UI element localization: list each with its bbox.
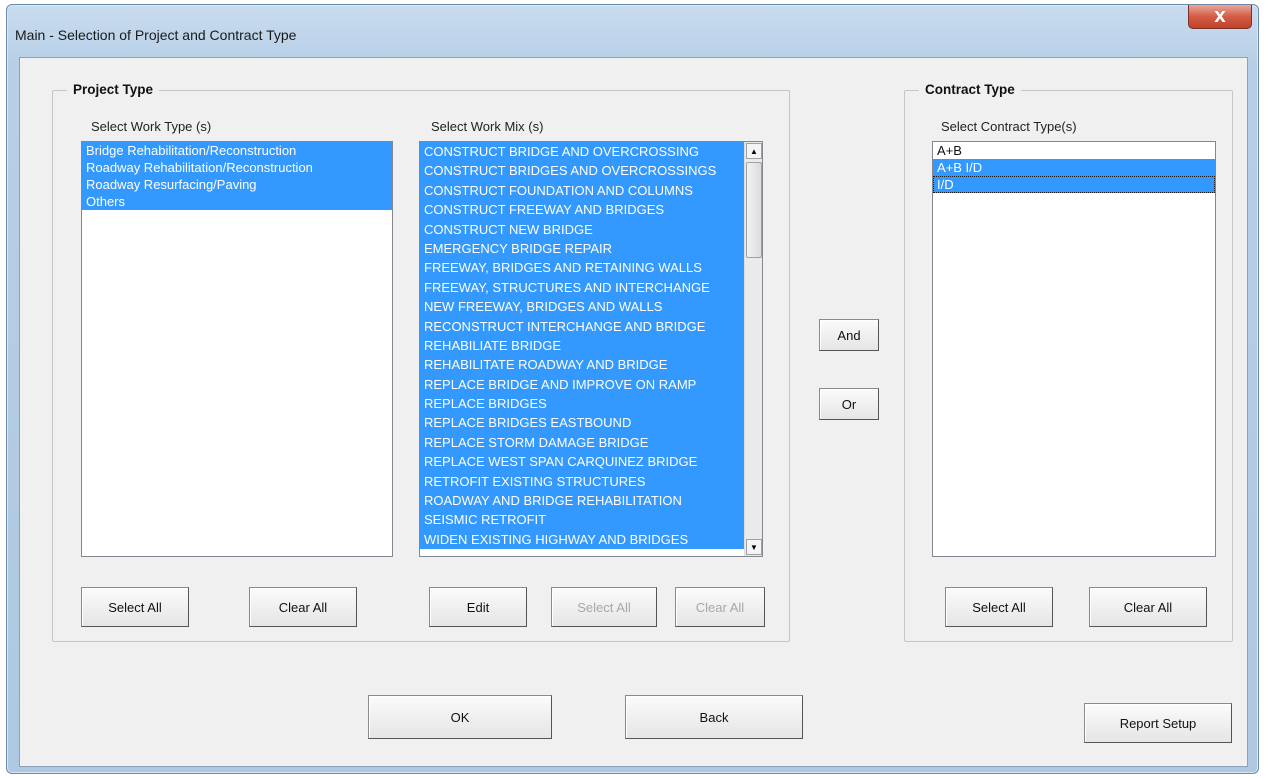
work-mix-item[interactable]: CONSTRUCT BRIDGE AND OVERCROSSING (420, 142, 762, 162)
scroll-thumb[interactable] (746, 162, 762, 258)
work-mix-item[interactable]: CONSTRUCT FREEWAY AND BRIDGES (420, 200, 762, 220)
close-button[interactable]: X (1188, 5, 1252, 29)
work-mix-item[interactable]: CONSTRUCT NEW BRIDGE (420, 219, 762, 239)
and-button[interactable]: And (819, 319, 879, 351)
work-mix-scrollbar[interactable]: ▲ ▼ (744, 142, 762, 556)
or-button[interactable]: Or (819, 388, 879, 420)
work-mix-item[interactable]: CONSTRUCT BRIDGES AND OVERCROSSINGS (420, 161, 762, 181)
contract-type-title: Contract Type (919, 82, 1021, 97)
work-type-item[interactable]: Roadway Rehabilitation/Reconstruction (82, 159, 392, 176)
work-mix-item[interactable]: REPLACE WEST SPAN CARQUINEZ BRIDGE (420, 452, 762, 472)
ok-button[interactable]: OK (368, 695, 552, 739)
scroll-down-button[interactable]: ▼ (746, 539, 762, 555)
work-mix-clear-all-button[interactable]: Clear All (675, 587, 765, 627)
work-mix-item[interactable]: SEISMIC RETROFIT (420, 510, 762, 530)
work-mix-item[interactable]: NEW FREEWAY, BRIDGES AND WALLS (420, 297, 762, 317)
project-type-title: Project Type (67, 82, 160, 97)
work-mix-listbox[interactable]: CONSTRUCT BRIDGE AND OVERCROSSING CONSTRU… (419, 141, 763, 557)
work-type-select-all-button[interactable]: Select All (81, 587, 189, 627)
work-mix-item[interactable]: ROADWAY AND BRIDGE REHABILITATION (420, 491, 762, 511)
contract-type-item[interactable]: A+B I/D (933, 159, 1215, 176)
window-title: Main - Selection of Project and Contract… (15, 27, 297, 43)
title-bar[interactable]: Main - Selection of Project and Contract… (7, 5, 1258, 59)
contract-select-all-button[interactable]: Select All (945, 587, 1053, 627)
work-mix-select-all-button[interactable]: Select All (551, 587, 657, 627)
work-type-clear-all-button[interactable]: Clear All (249, 587, 357, 627)
work-mix-item[interactable]: REHABILITATE ROADWAY AND BRIDGE (420, 355, 762, 375)
work-mix-item[interactable]: FREEWAY, BRIDGES AND RETAINING WALLS (420, 258, 762, 278)
dialog-body: Project Type Select Work Type (s) Bridge… (19, 57, 1248, 767)
work-type-item[interactable]: Others (82, 193, 392, 210)
work-mix-item[interactable]: FREEWAY, STRUCTURES AND INTERCHANGE (420, 277, 762, 298)
work-mix-edit-button[interactable]: Edit (429, 587, 527, 627)
report-setup-button[interactable]: Report Setup (1084, 703, 1232, 743)
work-mix-item[interactable]: WIDEN EXISTING HIGHWAY AND BRIDGES (420, 529, 762, 550)
work-mix-label: Select Work Mix (s) (431, 119, 544, 134)
work-type-item[interactable]: Roadway Resurfacing/Paving (82, 176, 392, 193)
contract-type-item[interactable]: A+B (933, 142, 1215, 159)
contract-clear-all-button[interactable]: Clear All (1089, 587, 1207, 627)
work-mix-item[interactable]: REPLACE BRIDGES EASTBOUND (420, 413, 762, 433)
contract-type-listbox[interactable]: A+B A+B I/D I/D (932, 141, 1216, 557)
work-type-label: Select Work Type (s) (91, 119, 212, 134)
project-type-group: Project Type Select Work Type (s) Bridge… (52, 82, 790, 642)
contract-type-item[interactable]: I/D (933, 176, 1215, 193)
close-icon: X (1214, 7, 1226, 26)
work-mix-item[interactable]: REHABILIATE BRIDGE (420, 335, 762, 356)
contract-type-label: Select Contract Type(s) (941, 119, 1077, 134)
contract-type-group: Contract Type Select Contract Type(s) A+… (904, 82, 1233, 642)
work-type-item[interactable]: Bridge Rehabilitation/Reconstruction (82, 142, 392, 159)
work-mix-item[interactable]: REPLACE BRIDGE AND IMPROVE ON RAMP (420, 374, 762, 395)
work-mix-item[interactable]: EMERGENCY BRIDGE REPAIR (420, 238, 762, 259)
work-mix-item[interactable]: RETROFIT EXISTING STRUCTURES (420, 471, 762, 492)
work-mix-item[interactable]: RECONSTRUCT INTERCHANGE AND BRIDGE (420, 316, 762, 336)
work-mix-item[interactable]: REPLACE BRIDGES (420, 394, 762, 414)
back-button[interactable]: Back (625, 695, 803, 739)
scroll-up-button[interactable]: ▲ (746, 143, 762, 159)
dialog-window: Main - Selection of Project and Contract… (6, 4, 1259, 774)
work-mix-item[interactable]: CONSTRUCT FOUNDATION AND COLUMNS (420, 180, 762, 201)
work-mix-item[interactable]: REPLACE STORM DAMAGE BRIDGE (420, 432, 762, 453)
work-type-listbox[interactable]: Bridge Rehabilitation/Reconstruction Road… (81, 141, 393, 557)
